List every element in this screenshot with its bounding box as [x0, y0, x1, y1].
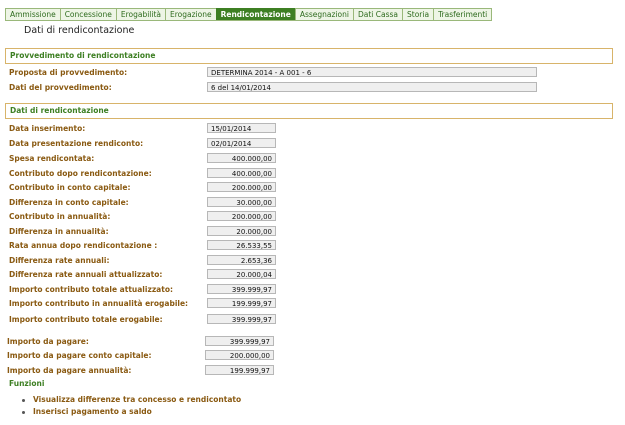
contributo-annualita-label: Contributo in annualità:: [9, 212, 111, 221]
differenza-rate-attualizzato-field: 20.000,04: [207, 269, 276, 279]
data-presentazione-field: 02/01/2014: [207, 138, 276, 148]
section-provvedimento-title: Provvedimento di rendicontazione: [10, 51, 156, 60]
spesa-rendicontata-label: Spesa rendicontata:: [9, 154, 95, 163]
bullet-icon: [22, 410, 25, 414]
differenza-rate-label: Differenza rate annuali:: [9, 256, 110, 265]
contributo-annualita-field: 200.000,00: [207, 211, 276, 221]
link-visualizza-differenze-label[interactable]: Visualizza differenze tra concesso e ren…: [33, 395, 241, 404]
page-title: Dati di rendicontazione: [24, 25, 135, 36]
section-rendicontazione: Dati di rendicontazione: [5, 103, 613, 119]
tab-trasferimenti[interactable]: Trasferimenti: [433, 8, 493, 21]
differenza-annualita-label: Differenza in annualità:: [9, 227, 109, 236]
importo-da-pagare-label: Importo da pagare:: [7, 337, 89, 346]
rata-annua-label: Rata annua dopo rendicontazione :: [9, 241, 158, 250]
data-inserimento-field: 15/01/2014: [207, 123, 276, 133]
contributo-dopo-label: Contributo dopo rendicontazione:: [9, 169, 152, 178]
data-inserimento-label: Data inserimento:: [9, 124, 86, 133]
dati-provvedimento-field: 6 del 14/01/2014: [207, 82, 537, 92]
importo-totale-attualizzato-label: Importo contributo totale attualizzato:: [9, 285, 173, 294]
importo-totale-attualizzato-field: 399.999,97: [207, 284, 276, 294]
differenza-rate-attualizzato-label: Differenza rate annuali attualizzato:: [9, 270, 163, 279]
section-provvedimento: Provvedimento di rendicontazione: [5, 48, 613, 64]
importo-annualita-erogabile-label: Importo contributo in annualità erogabil…: [9, 299, 189, 308]
bullet-icon: [22, 398, 25, 402]
funzioni-title: Funzioni: [9, 379, 45, 388]
link-inserisci-pagamento-label[interactable]: Inserisci pagamento a saldo: [33, 407, 152, 416]
contributo-dopo-field: 400.000,00: [207, 168, 276, 178]
differenza-capitale-field: 30.000,00: [207, 197, 276, 207]
contributo-capitale-label: Contributo in conto capitale:: [9, 183, 131, 192]
importo-da-pagare-field: 399.999,97: [205, 336, 274, 346]
section-rendicontazione-title: Dati di rendicontazione: [10, 106, 109, 115]
differenza-annualita-field: 20.000,00: [207, 226, 276, 236]
importo-pagare-annualita-label: Importo da pagare annualità:: [7, 366, 132, 375]
importo-annualita-erogabile-field: 199.999,97: [207, 298, 276, 308]
proposta-label: Proposta di provvedimento:: [9, 68, 128, 77]
rata-annua-field: 26.533,55: [207, 240, 276, 250]
importo-pagare-annualita-field: 199.999,97: [205, 365, 274, 375]
proposta-field: DETERMINA 2014 - A 001 - 6: [207, 67, 537, 77]
contributo-capitale-field: 200.000,00: [207, 182, 276, 192]
differenza-capitale-label: Differenza in conto capitale:: [9, 198, 129, 207]
link-inserisci-pagamento[interactable]: Inserisci pagamento a saldo: [22, 407, 152, 416]
differenza-rate-field: 2.653,36: [207, 255, 276, 265]
data-presentazione-label: Data presentazione rendiconto:: [9, 139, 144, 148]
tab-divider: [5, 20, 440, 21]
importo-totale-erogabile-label: Importo contributo totale erogabile:: [9, 315, 163, 324]
link-visualizza-differenze[interactable]: Visualizza differenze tra concesso e ren…: [22, 395, 241, 404]
importo-pagare-capitale-field: 200.000,00: [205, 350, 274, 360]
spesa-rendicontata-field: 400.000,00: [207, 153, 276, 163]
tab-bar: Ammissione Concessione Erogabilità Eroga…: [5, 8, 493, 21]
importo-totale-erogabile-field: 399.999,97: [207, 314, 276, 324]
dati-provvedimento-label: Dati del provvedimento:: [9, 83, 112, 92]
importo-pagare-capitale-label: Importo da pagare conto capitale:: [7, 351, 152, 360]
